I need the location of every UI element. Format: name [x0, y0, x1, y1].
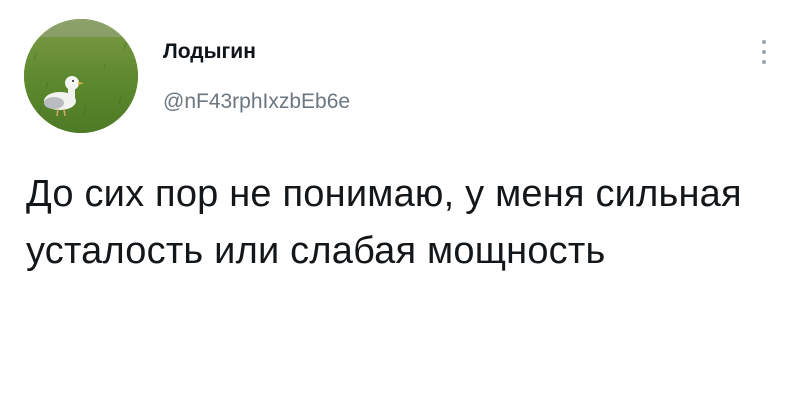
more-dot: [762, 40, 766, 44]
tweet-text: До сих пор не понимаю, у меня сильная ус…: [26, 173, 742, 272]
author-display-name[interactable]: Лодыгин: [163, 40, 256, 64]
author-handle[interactable]: @nF43rphIxzbEb6e: [163, 90, 350, 114]
more-vertical-icon[interactable]: [754, 36, 774, 70]
seagull-on-grass-avatar: [24, 19, 138, 133]
more-dot: [762, 50, 766, 54]
more-dot: [762, 60, 766, 64]
author-avatar[interactable]: [24, 19, 138, 133]
tweet-card: Лодыгин @nF43rphIxzbEb6e До сих пор не п…: [0, 0, 807, 409]
